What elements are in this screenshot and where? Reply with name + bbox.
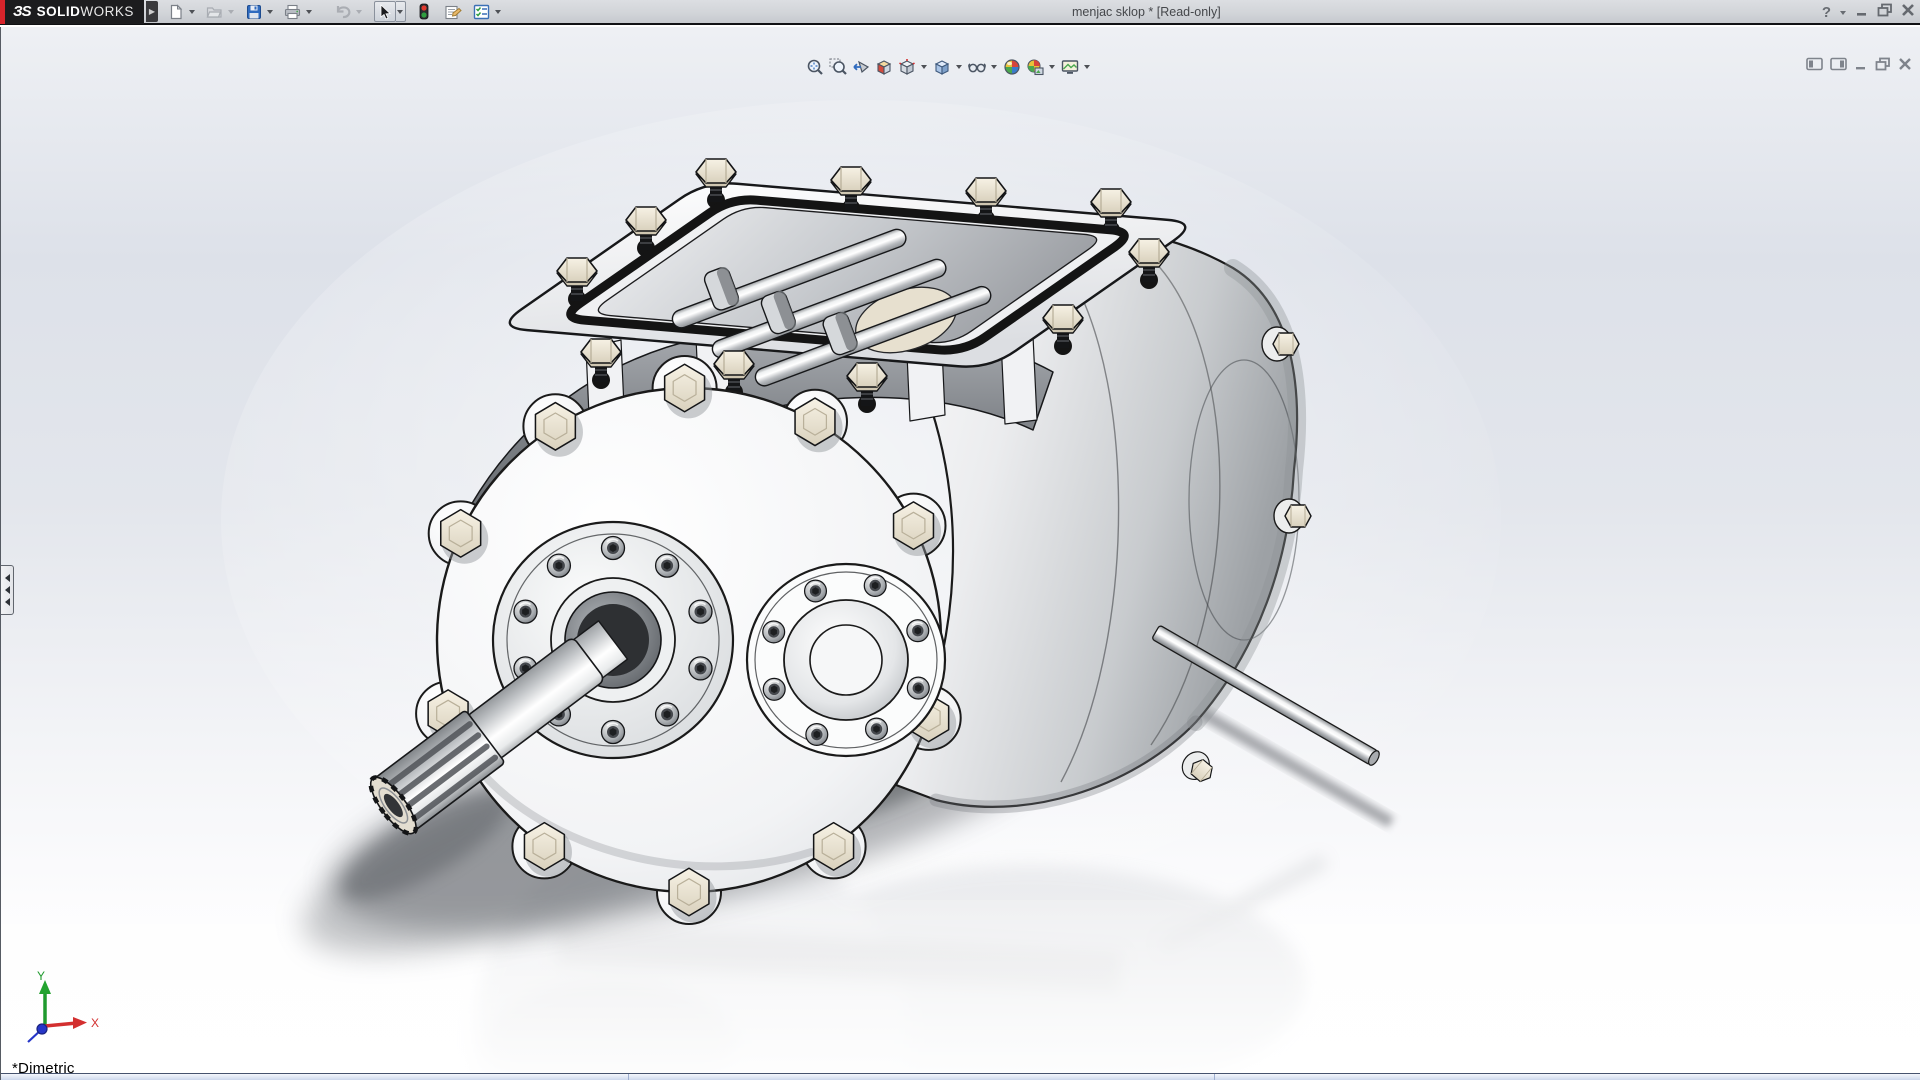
close-icon[interactable]: [1898, 57, 1912, 76]
status-divider: [1214, 1074, 1215, 1080]
reference-triad: Y X: [15, 968, 111, 1054]
output-cover: [747, 564, 945, 756]
options-checklist-button[interactable]: [471, 1, 493, 22]
main-toolbar: [158, 0, 503, 24]
traffic-light-icon: [419, 3, 429, 20]
previous-view-icon[interactable]: [850, 57, 871, 77]
hide-show-items-dropdown[interactable]: [989, 56, 999, 77]
window-controls: ?: [1822, 0, 1915, 25]
pane-toggle-left-icon[interactable]: [1806, 57, 1823, 76]
solidworks-logo: ЗS SOLIDWORKS: [0, 0, 144, 24]
pane-toggle-right-icon[interactable]: [1830, 57, 1847, 76]
edit-appearance-icon[interactable]: [1001, 57, 1022, 77]
status-divider: [628, 1074, 629, 1080]
collapse-arrows-icon: [5, 574, 10, 582]
page-hand-icon: [444, 4, 462, 20]
options-checklist-icon: [473, 4, 490, 20]
restore-icon[interactable]: [1877, 3, 1893, 22]
window-title: menjac sklop * [Read-only]: [1072, 5, 1221, 19]
save-floppy-icon: [246, 4, 262, 20]
options-dropdown[interactable]: [493, 1, 503, 22]
graphics-viewport[interactable]: Y X *Dimetric: [0, 27, 1920, 1080]
hide-show-items-icon[interactable]: [966, 57, 987, 77]
feature-panel-collapsed-tab[interactable]: [1, 565, 14, 615]
minimize-icon[interactable]: [1855, 3, 1869, 22]
brand-name: SOLIDWORKS: [37, 4, 134, 19]
section-view-icon[interactable]: [873, 57, 894, 77]
open-button[interactable]: [204, 1, 226, 22]
help-dropdown-icon[interactable]: [1839, 2, 1847, 23]
traffic-light-button[interactable]: [413, 1, 435, 22]
close-icon[interactable]: [1901, 3, 1915, 22]
select-button[interactable]: [374, 1, 396, 22]
apply-scene-dropdown[interactable]: [1047, 56, 1057, 77]
reflection-fade: [1, 900, 1920, 1080]
view-settings-dropdown[interactable]: [1082, 56, 1092, 77]
restore-icon[interactable]: [1875, 57, 1891, 76]
brand-red-stripe: [0, 0, 5, 24]
dassault-3ds-logo-icon: ЗS: [13, 3, 31, 20]
collapse-arrows-icon: [5, 586, 10, 594]
save-button[interactable]: [243, 1, 265, 22]
save-dropdown[interactable]: [265, 1, 275, 22]
print-button[interactable]: [282, 1, 304, 22]
zoom-to-fit-icon[interactable]: [804, 57, 825, 77]
undo-icon: [334, 4, 352, 20]
select-cursor-icon: [378, 4, 392, 20]
view-orientation-icon[interactable]: [896, 57, 917, 77]
undo-button[interactable]: [332, 1, 354, 22]
print-icon: [284, 4, 301, 20]
titlebar: ЗS SOLIDWORKS ▶: [0, 0, 1920, 25]
zoom-to-area-icon[interactable]: [827, 57, 848, 77]
minimize-icon[interactable]: [1854, 57, 1868, 76]
open-folder-icon: [206, 4, 223, 20]
status-bar: [1, 1073, 1920, 1080]
display-style-icon[interactable]: [931, 57, 952, 77]
open-dropdown[interactable]: [226, 1, 236, 22]
display-style-dropdown[interactable]: [954, 56, 964, 77]
help-icon[interactable]: ?: [1822, 4, 1831, 21]
heads-up-view-toolbar: [804, 56, 1092, 77]
view-orientation-dropdown[interactable]: [919, 56, 929, 77]
new-document-icon: [168, 4, 184, 20]
gearbox-3d-canvas[interactable]: [1, 27, 1920, 1080]
document-window-controls: [1806, 57, 1912, 76]
print-dropdown[interactable]: [304, 1, 314, 22]
view-settings-icon[interactable]: [1059, 57, 1080, 77]
select-dropdown[interactable]: [396, 1, 406, 22]
triad-z-origin: [37, 1024, 47, 1034]
page-hand-button[interactable]: [442, 1, 464, 22]
collapse-arrows-icon: [5, 598, 10, 606]
new-document-dropdown[interactable]: [187, 1, 197, 22]
triad-y-label: Y: [37, 969, 45, 983]
apply-scene-icon[interactable]: [1024, 57, 1045, 77]
triad-x-label: X: [91, 1016, 99, 1030]
undo-dropdown[interactable]: [354, 1, 364, 22]
menu-expander-arrow-icon[interactable]: ▶: [146, 1, 158, 22]
new-document-button[interactable]: [165, 1, 187, 22]
